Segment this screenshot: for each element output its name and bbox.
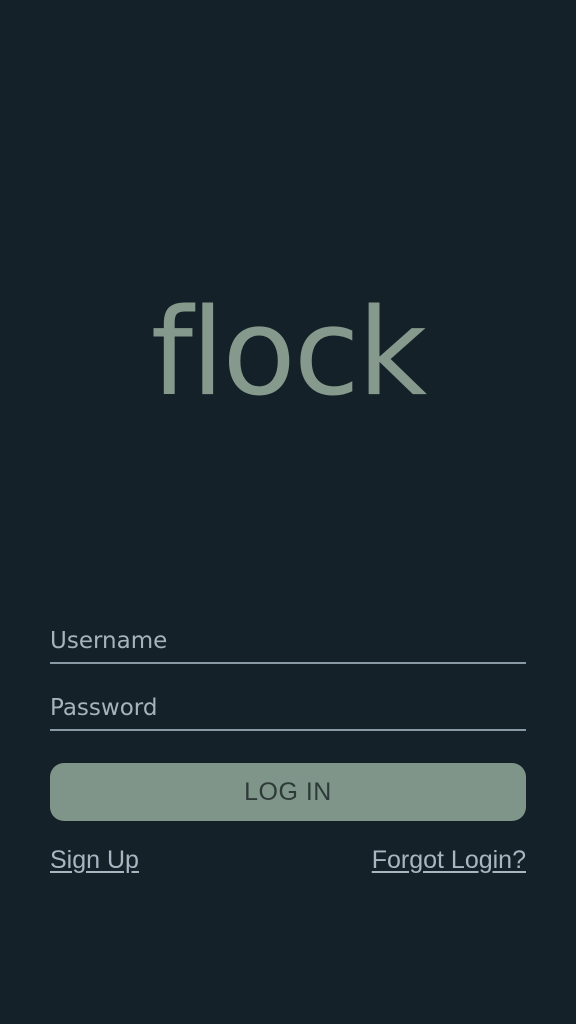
username-field-container	[50, 620, 526, 664]
forgot-login-link[interactable]: Forgot Login?	[372, 846, 526, 875]
username-input[interactable]	[50, 620, 526, 662]
password-input[interactable]	[50, 687, 526, 729]
sign-up-link[interactable]: Sign Up	[50, 846, 139, 875]
login-button[interactable]: LOG IN	[50, 763, 526, 821]
app-logo: flock	[150, 284, 427, 423]
login-screen: flock LOG IN Sign Up Forgot Login?	[0, 0, 576, 1024]
password-field-container	[50, 687, 526, 731]
